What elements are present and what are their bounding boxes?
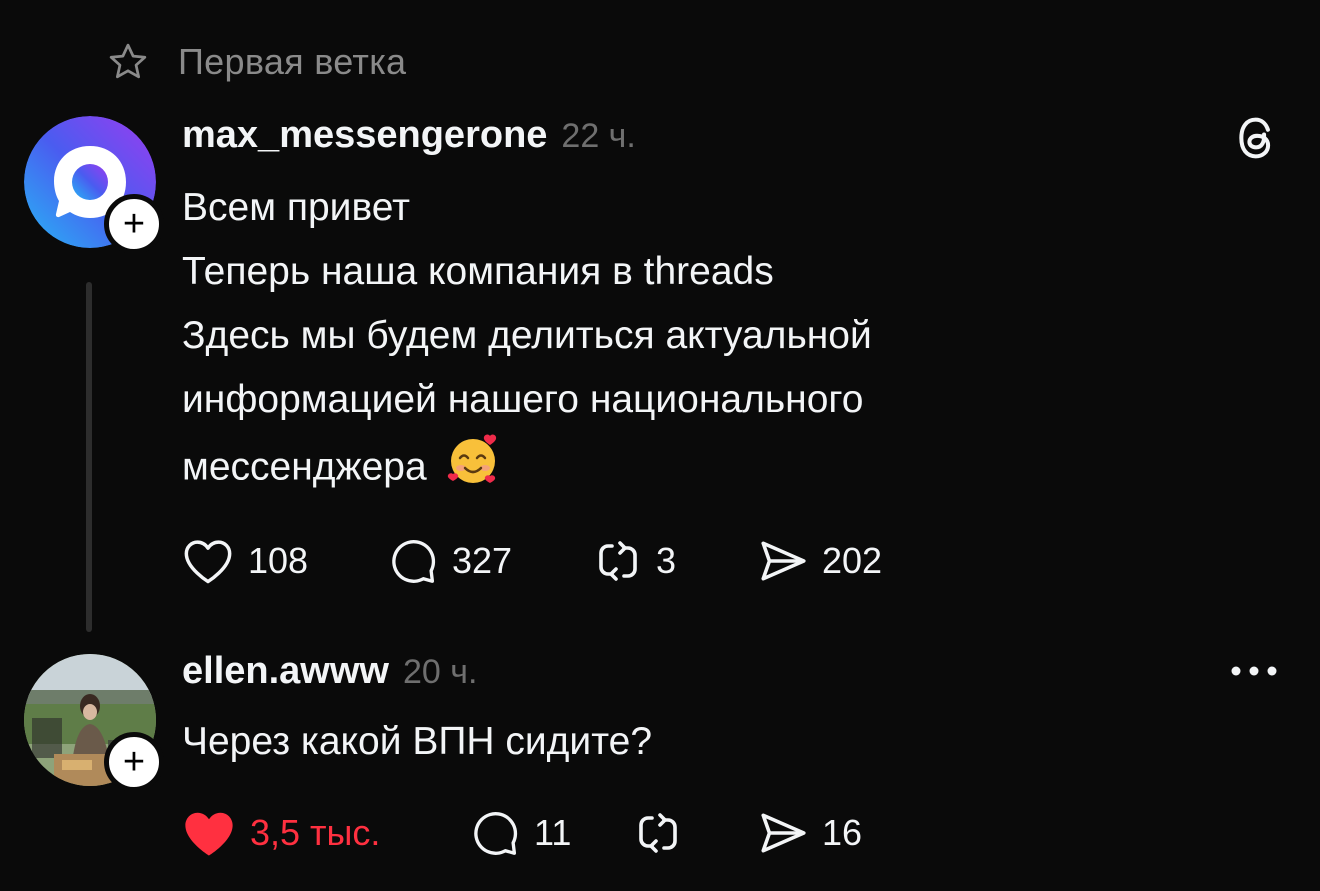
thread-header: Первая ветка [106, 40, 406, 84]
username[interactable]: max_messengerone [182, 114, 547, 157]
reply-button[interactable]: 11 [470, 808, 634, 858]
repost-button[interactable]: 3 [594, 537, 758, 585]
text-line: мессенджера [182, 445, 427, 489]
plus-icon: + [122, 203, 146, 245]
text-line-with-emoji: мессенджера [182, 432, 1320, 506]
follow-button[interactable]: + [104, 194, 164, 254]
text-line: Теперь наша компания в threads [182, 250, 774, 293]
reply-count: 327 [452, 540, 513, 581]
heart-icon [182, 537, 234, 585]
thread-title: Первая ветка [178, 41, 407, 82]
like-button[interactable]: 108 [182, 537, 388, 585]
avatar[interactable]: + [24, 654, 164, 792]
text-line: Всем привет [182, 186, 410, 229]
thread-connector [86, 282, 92, 632]
username[interactable]: ellen.awww [182, 650, 389, 693]
repost-icon [594, 537, 642, 585]
post-text: Через какой ВПН сидите? [182, 710, 1320, 774]
heart-filled-icon [182, 808, 236, 858]
post-actions: 3,5 тыс. 11 16 [182, 808, 862, 858]
text-line: Через какой ВПН сидите? [182, 720, 653, 763]
reply-count: 11 [534, 812, 572, 853]
star-icon[interactable] [106, 40, 150, 84]
send-icon [758, 810, 808, 856]
timestamp: 22 ч. [561, 117, 636, 155]
post-content: ellen.awww 20 ч. Через какой ВПН сидите? [182, 650, 1320, 774]
threads-logo-icon[interactable] [1234, 114, 1278, 167]
repost-button[interactable] [634, 809, 758, 857]
avatar[interactable]: + [24, 116, 164, 254]
smiling-face-with-hearts-icon [446, 432, 500, 506]
share-count: 202 [822, 540, 883, 581]
comment-icon [470, 808, 520, 858]
plus-icon: + [122, 741, 146, 783]
post-content: max_messengerone 22 ч. Всем привет Тепер… [182, 114, 1320, 506]
post-actions: 108 327 3 202 [182, 536, 882, 586]
send-icon [758, 538, 808, 584]
post-meta: max_messengerone 22 ч. [182, 114, 1320, 166]
post-text: Всем привет Теперь наша компания в threa… [182, 176, 1320, 506]
like-count: 108 [248, 540, 309, 581]
follow-button[interactable]: + [104, 732, 164, 792]
more-options-icon[interactable] [1230, 664, 1278, 682]
post-meta: ellen.awww 20 ч. [182, 650, 1320, 702]
thread-page: Первая ветка + max_messengerone 22 ч. Вс… [0, 0, 1320, 891]
text-line: Здесь мы будем делиться актуальной [182, 314, 872, 357]
share-count: 16 [822, 812, 863, 853]
comment-icon [388, 536, 438, 586]
repost-icon [634, 809, 682, 857]
timestamp: 20 ч. [402, 653, 478, 691]
share-button[interactable]: 202 [758, 538, 882, 584]
like-button[interactable]: 3,5 тыс. [182, 808, 470, 858]
like-count: 3,5 тыс. [250, 812, 381, 853]
reply-button[interactable]: 327 [388, 536, 594, 586]
share-button[interactable]: 16 [758, 810, 862, 856]
text-line: информацией нашего национального [182, 378, 864, 421]
repost-count: 3 [656, 540, 677, 581]
